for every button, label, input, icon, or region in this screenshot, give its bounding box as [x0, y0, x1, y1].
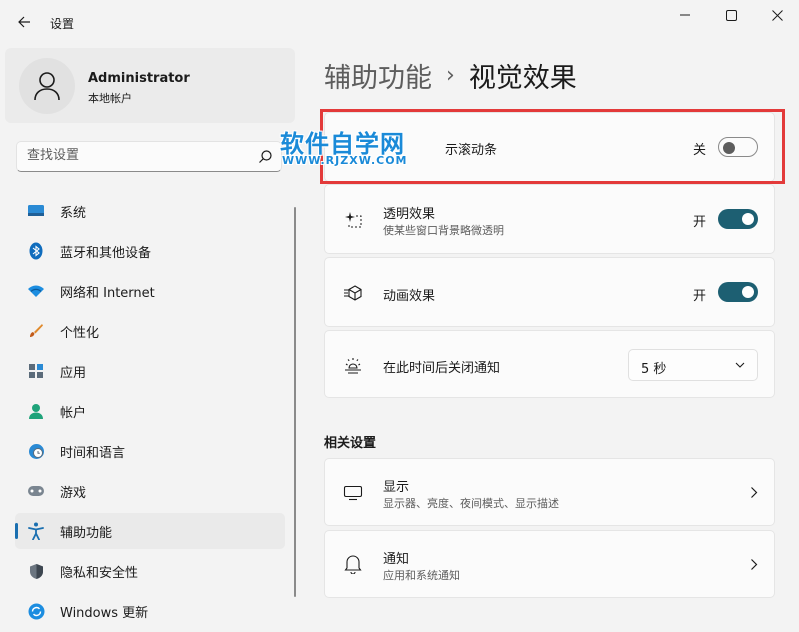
profile-account-type: 本地帐户 [88, 92, 132, 105]
display-icon [343, 483, 363, 503]
search-box[interactable] [16, 141, 282, 172]
shield-icon [27, 562, 45, 580]
user-profile-card[interactable]: Administrator 本地帐户 [5, 48, 295, 123]
setting-card-notification-timeout: 在此时间后关闭通知 5 秒 [324, 330, 775, 398]
breadcrumb: 辅助功能 › 视觉效果 [324, 56, 577, 95]
sidebar-item-label: 蓝牙和其他设备 [60, 245, 152, 261]
sidebar-nav: 系统 蓝牙和其他设备 网络和 Internet 个性化 应用 帐户 时间和语言 … [15, 193, 285, 632]
maximize-button[interactable] [716, 4, 746, 26]
sidebar-item-apps[interactable]: 应用 [15, 353, 285, 389]
person-icon [27, 402, 45, 420]
sidebar-item-time-language[interactable]: 时间和语言 [15, 433, 285, 469]
sidebar-item-label: 辅助功能 [60, 525, 113, 541]
sidebar-item-accounts[interactable]: 帐户 [15, 393, 285, 429]
arrow-left-icon [18, 16, 30, 28]
chevron-right-icon [751, 559, 758, 570]
bluetooth-icon [27, 242, 45, 260]
related-item-display[interactable]: 显示 显示器、亮度、夜间模式、显示描述 [324, 458, 775, 526]
breadcrumb-parent[interactable]: 辅助功能 [324, 56, 432, 95]
sidebar-item-system[interactable]: 系统 [15, 193, 285, 229]
sidebar-item-privacy[interactable]: 隐私和安全性 [15, 553, 285, 589]
back-button[interactable] [12, 10, 36, 34]
sidebar-item-label: Windows 更新 [60, 605, 149, 621]
wifi-icon [27, 282, 45, 300]
gamepad-icon [27, 482, 45, 500]
toggle-state-label: 开 [692, 215, 706, 230]
sidebar-item-accessibility[interactable]: 辅助功能 [15, 513, 285, 549]
setting-title: 在此时间后关闭通知 [383, 361, 501, 376]
toggle-knob [742, 286, 754, 298]
person-outline-icon [34, 72, 60, 101]
search-icon[interactable] [259, 150, 272, 163]
chevron-down-icon [735, 362, 745, 368]
profile-name: Administrator [88, 71, 190, 86]
close-button[interactable] [762, 4, 792, 26]
page-title: 视觉效果 [468, 63, 577, 94]
related-settings-heading: 相关设置 [324, 436, 377, 451]
close-icon [771, 9, 783, 21]
setting-title: 透明效果 [383, 207, 436, 222]
sparkle-icon [343, 209, 363, 229]
setting-card-transparency: 透明效果 使某些窗口背景略微透明 开 [324, 184, 775, 254]
setting-description: 使某些窗口背景略微透明 [383, 224, 504, 237]
toggle-state-label: 开 [692, 289, 706, 304]
sidebar-item-gaming[interactable]: 游戏 [15, 473, 285, 509]
app-title: 设置 [50, 17, 75, 31]
related-item-notifications[interactable]: 通知 应用和系统通知 [324, 530, 775, 598]
sidebar-item-label: 游戏 [60, 485, 87, 501]
search-input[interactable] [27, 148, 247, 163]
sidebar-item-windows-update[interactable]: Windows 更新 [15, 593, 285, 629]
breadcrumb-separator: › [446, 63, 455, 88]
bell-icon [343, 554, 363, 574]
brush-icon [27, 322, 45, 340]
minimize-icon [680, 14, 690, 16]
avatar [19, 58, 75, 114]
notification-timeout-dropdown[interactable]: 5 秒 [628, 349, 758, 381]
sidebar-scrollbar[interactable] [294, 207, 296, 597]
transparency-toggle[interactable] [718, 209, 758, 229]
related-item-title: 通知 [383, 552, 410, 567]
update-icon [27, 602, 45, 620]
apps-icon [27, 362, 45, 380]
dropdown-value: 5 秒 [641, 362, 667, 377]
brightness-icon [343, 355, 363, 375]
sidebar-item-label: 应用 [60, 365, 87, 381]
sidebar-item-label: 隐私和安全性 [60, 565, 139, 581]
monitor-icon [27, 202, 45, 220]
related-item-description: 显示器、亮度、夜间模式、显示描述 [383, 497, 559, 510]
title-bar: 设置 [0, 0, 799, 44]
sidebar-item-personalization[interactable]: 个性化 [15, 313, 285, 349]
minimize-button[interactable] [670, 4, 700, 26]
sidebar-item-label: 网络和 Internet [60, 285, 155, 301]
sidebar-item-label: 系统 [60, 205, 87, 221]
sidebar-item-network[interactable]: 网络和 Internet [15, 273, 285, 309]
maximize-icon [725, 9, 737, 21]
toggle-knob [742, 213, 754, 225]
animation-toggle[interactable] [718, 282, 758, 302]
globe-clock-icon [27, 442, 45, 460]
setting-title: 动画效果 [383, 289, 436, 304]
sidebar-item-bluetooth[interactable]: 蓝牙和其他设备 [15, 233, 285, 269]
sidebar-item-label: 时间和语言 [60, 445, 126, 461]
watermark-url: WWW.RJZXW.COM [282, 154, 408, 167]
sidebar-item-label: 帐户 [60, 405, 87, 421]
related-item-description: 应用和系统通知 [383, 569, 460, 582]
setting-card-animation: 动画效果 开 [324, 257, 775, 327]
accessibility-icon [27, 522, 45, 540]
related-item-title: 显示 [383, 480, 410, 495]
animation-icon [343, 283, 363, 303]
chevron-right-icon [751, 487, 758, 498]
sidebar-item-label: 个性化 [60, 325, 100, 341]
